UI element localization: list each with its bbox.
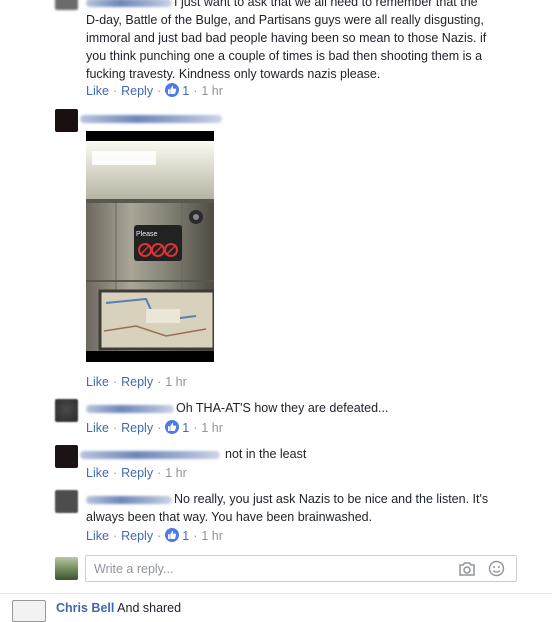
like-link[interactable]: Like: [86, 466, 109, 480]
comment-time[interactable]: 1 hr: [201, 529, 223, 543]
commenter-name[interactable]: [80, 115, 222, 123]
commenter-name[interactable]: Chris Bell: [56, 601, 114, 615]
elevator-photo-image: Please: [86, 141, 214, 351]
comment-time[interactable]: 1 hr: [165, 375, 187, 389]
comment-time[interactable]: 1 hr: [201, 421, 223, 435]
comment-actions: Like · Reply · 1 · 1 hr: [86, 83, 223, 98]
commenter-name[interactable]: [80, 450, 220, 459]
current-user-avatar[interactable]: [55, 557, 78, 580]
thumbs-up-icon[interactable]: [165, 420, 180, 434]
comment-actions: Like · Reply · 1 hr: [86, 375, 187, 389]
like-count[interactable]: 1: [179, 529, 189, 543]
commenter-avatar[interactable]: [55, 0, 78, 10]
reply-link[interactable]: Reply: [121, 466, 153, 480]
reply-link[interactable]: Reply: [121, 421, 153, 435]
comment-actions: Like · Reply · 1 · 1 hr: [86, 420, 223, 435]
reply-link[interactable]: Reply: [121, 84, 153, 98]
camera-icon[interactable]: [458, 561, 476, 580]
commenter-name[interactable]: [86, 0, 172, 7]
reply-input[interactable]: [92, 561, 446, 577]
thumbs-up-icon[interactable]: [165, 528, 180, 542]
like-link[interactable]: Like: [86, 84, 109, 98]
commenter-avatar[interactable]: [55, 490, 78, 513]
comment-actions: Like · Reply · 1 hr: [86, 466, 187, 480]
like-link[interactable]: Like: [86, 375, 109, 389]
like-count[interactable]: 1: [179, 84, 189, 98]
thumbs-up-icon[interactable]: [165, 83, 180, 97]
comment-time[interactable]: 1 hr: [165, 466, 187, 480]
commenter-avatar[interactable]: [55, 109, 78, 132]
commenter-avatar[interactable]: [12, 600, 46, 622]
like-count[interactable]: 1: [179, 421, 189, 435]
next-post-header: Chris Bell And shared: [56, 601, 182, 615]
reply-composer[interactable]: [85, 555, 517, 582]
comment-body: Oh THA-AT'S how they are defeated...: [86, 399, 388, 417]
comment-photo[interactable]: Please: [86, 131, 214, 362]
commenter-name[interactable]: [86, 404, 174, 413]
like-link[interactable]: Like: [86, 529, 109, 543]
reply-link[interactable]: Reply: [121, 375, 153, 389]
commenter-name[interactable]: [86, 495, 172, 504]
comment-time[interactable]: 1 hr: [201, 84, 223, 98]
commenter-avatar[interactable]: [55, 399, 78, 422]
comment-body: I just want to ask that we all need to r…: [86, 0, 487, 81]
commenter-avatar[interactable]: [55, 445, 78, 468]
emoji-icon[interactable]: [488, 560, 505, 580]
comment-body: not in the least: [80, 445, 306, 463]
like-link[interactable]: Like: [86, 421, 109, 435]
comment-actions: Like · Reply · 1 · 1 hr: [86, 528, 223, 543]
reply-link[interactable]: Reply: [121, 529, 153, 543]
svg-text:Please: Please: [136, 231, 158, 238]
comment-body: No really, you just ask Nazis to be nice…: [86, 492, 489, 524]
feed-divider: [0, 593, 552, 594]
